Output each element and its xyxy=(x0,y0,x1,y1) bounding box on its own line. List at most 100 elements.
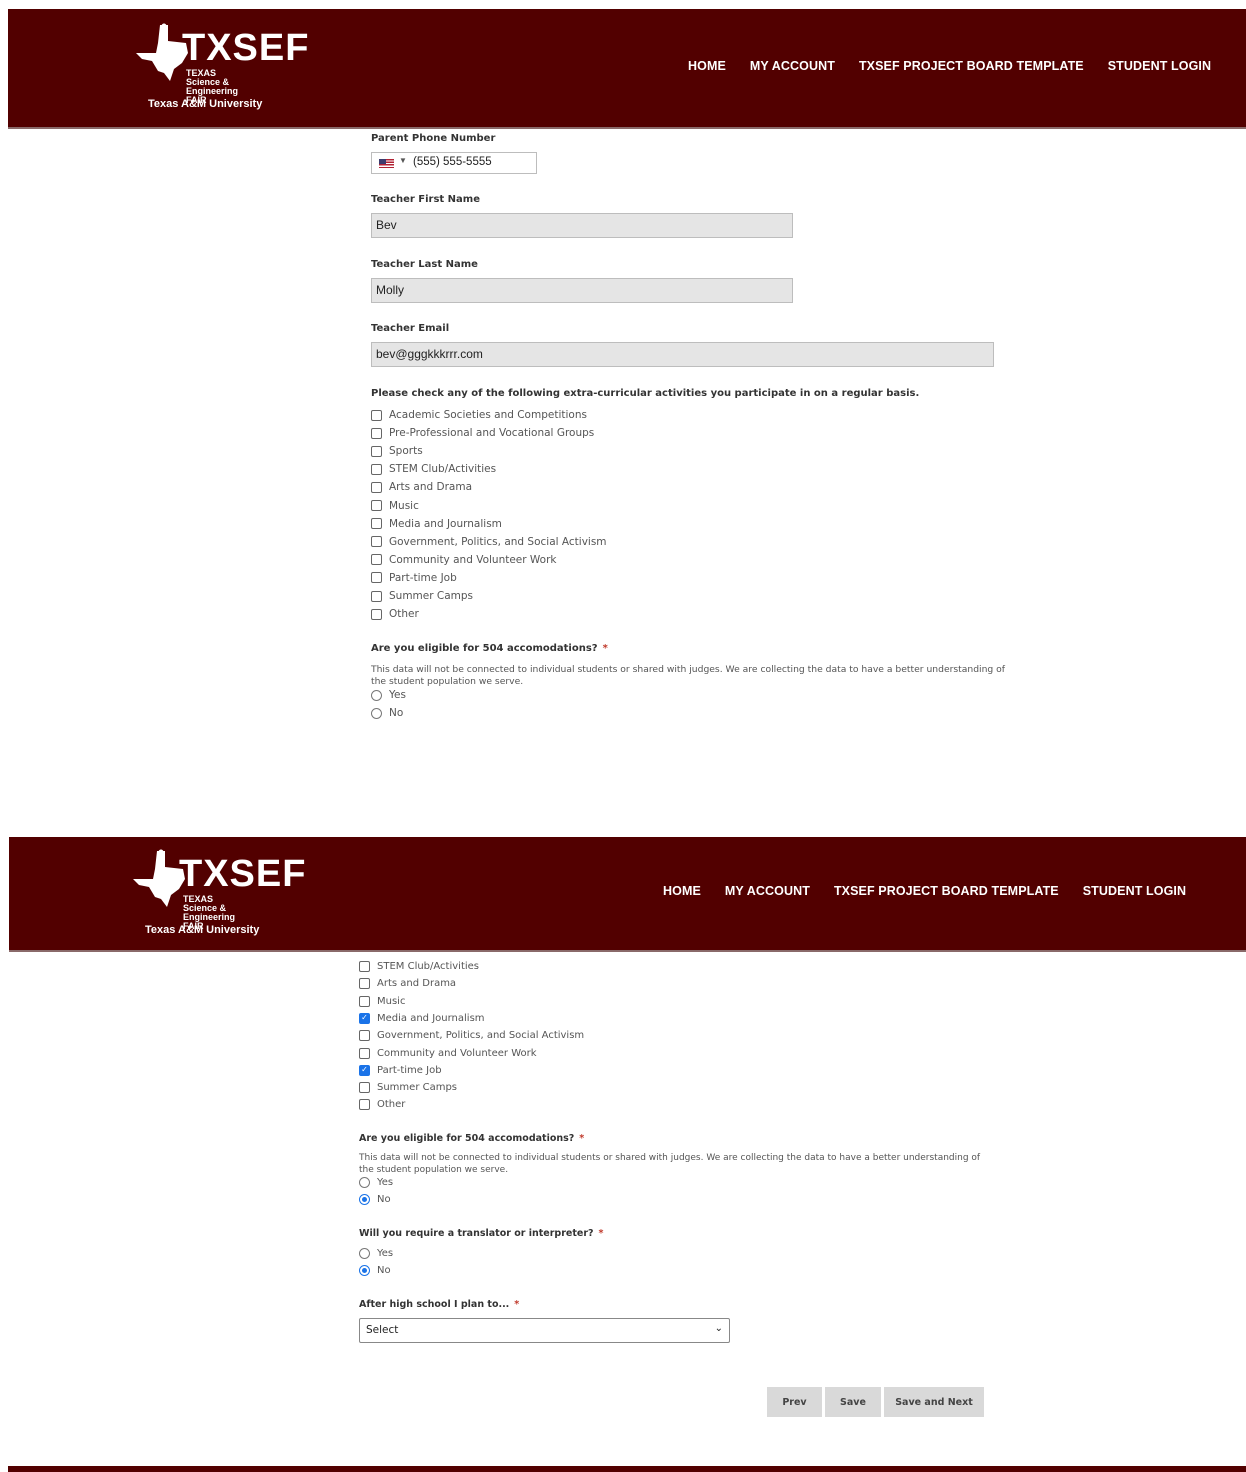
activity-checkbox[interactable]: Part-time Job xyxy=(371,572,457,584)
radio-checked-icon[interactable] xyxy=(359,1265,370,1276)
checkbox-icon[interactable] xyxy=(371,500,382,511)
nav-project-board-template[interactable]: TXSEF PROJECT BOARD TEMPLATE xyxy=(834,884,1059,898)
nav-student-login[interactable]: STUDENT LOGIN xyxy=(1108,59,1211,73)
nav-project-board-template[interactable]: TXSEF PROJECT BOARD TEMPLATE xyxy=(859,59,1084,73)
nav-my-account[interactable]: MY ACCOUNT xyxy=(725,884,810,898)
radio-icon[interactable] xyxy=(359,1248,370,1259)
activity-label: Music xyxy=(377,995,406,1007)
plan-select-value: Select xyxy=(366,1324,399,1336)
plan-label-text: After high school I plan to... xyxy=(359,1299,510,1310)
checkbox-icon[interactable] xyxy=(371,590,382,602)
translator-label: Will you require a translator or interpr… xyxy=(359,1228,604,1239)
checkbox-icon[interactable] xyxy=(371,463,382,475)
checkbox-icon[interactable] xyxy=(359,1082,370,1094)
activity-checkbox[interactable]: Other xyxy=(371,608,419,620)
activity-checkbox[interactable]: Arts and Drama xyxy=(371,481,472,493)
activity-checkbox[interactable]: Summer Camps xyxy=(359,1082,457,1094)
checkbox-icon[interactable] xyxy=(371,409,382,421)
checkbox-icon[interactable] xyxy=(359,1099,370,1111)
q504-yes-radio[interactable]: Yes xyxy=(371,689,406,701)
required-marker: * xyxy=(598,1228,604,1239)
q504-no-radio[interactable]: No xyxy=(359,1194,391,1205)
activity-checkbox[interactable]: Part-time Job xyxy=(359,1064,442,1076)
save-and-next-button[interactable]: Save and Next xyxy=(884,1387,984,1417)
activity-checkbox[interactable]: Summer Camps xyxy=(371,590,473,602)
activity-label: Government, Politics, and Social Activis… xyxy=(389,535,607,548)
q504-yes-radio[interactable]: Yes xyxy=(359,1177,393,1188)
activity-label: Government, Politics, and Social Activis… xyxy=(377,1030,585,1042)
activity-checkbox[interactable]: STEM Club/Activities xyxy=(371,463,496,475)
teacher-email-input[interactable]: bev@gggkkkrrr.com xyxy=(371,342,994,367)
main-nav: HOME MY ACCOUNT TXSEF PROJECT BOARD TEMP… xyxy=(663,884,1186,898)
activity-label: Media and Journalism xyxy=(377,1012,485,1024)
checkbox-icon[interactable] xyxy=(371,608,382,620)
checkbox-checked-icon[interactable] xyxy=(359,1064,370,1076)
activity-label: STEM Club/Activities xyxy=(389,463,497,476)
prev-button[interactable]: Prev xyxy=(767,1387,822,1417)
checkbox-icon[interactable] xyxy=(371,445,382,457)
logo-sub-line1: TEXAS Science & xyxy=(183,894,227,913)
radio-icon[interactable] xyxy=(371,689,382,701)
checkbox-icon[interactable] xyxy=(359,1047,370,1059)
checkbox-checked-icon[interactable] xyxy=(359,1012,370,1024)
activity-checkbox[interactable]: Community and Volunteer Work xyxy=(359,1047,537,1059)
plan-select[interactable]: Select ⌄ xyxy=(359,1318,730,1343)
activity-checkbox[interactable]: Pre-Professional and Vocational Groups xyxy=(371,427,594,439)
activity-checkbox[interactable]: Sports xyxy=(371,445,423,457)
activity-checkbox[interactable]: Music xyxy=(371,500,419,512)
nav-home[interactable]: HOME xyxy=(663,884,701,898)
country-dropdown-icon[interactable]: ▼ xyxy=(399,156,407,165)
checkbox-icon[interactable] xyxy=(371,481,382,493)
us-flag-icon[interactable] xyxy=(379,159,394,168)
activity-label: Sports xyxy=(389,445,423,458)
activity-checkbox[interactable]: Media and Journalism xyxy=(371,518,502,530)
translator-no-radio[interactable]: No xyxy=(359,1265,391,1276)
radio-icon[interactable] xyxy=(359,1177,370,1188)
teacher-last-name-input[interactable]: Molly xyxy=(371,278,793,303)
q504-label-text: Are you eligible for 504 accomodations? xyxy=(371,643,598,654)
site-header-scrolled: TXSEF TEXAS Science & Engineering FAIR T… xyxy=(9,837,1246,952)
activity-label: Pre-Professional and Vocational Groups xyxy=(389,427,595,440)
nav-my-account[interactable]: MY ACCOUNT xyxy=(750,59,835,73)
checkbox-icon[interactable] xyxy=(359,1030,370,1042)
checkbox-icon[interactable] xyxy=(371,536,382,548)
radio-checked-icon[interactable] xyxy=(359,1194,370,1205)
activity-label: Arts and Drama xyxy=(389,481,473,494)
q504-no-radio[interactable]: No xyxy=(371,707,403,719)
q504-yes-label: Yes xyxy=(377,1177,394,1188)
nav-home[interactable]: HOME xyxy=(688,59,726,73)
teacher-first-name-input[interactable]: Bev xyxy=(371,213,793,238)
activity-checkbox[interactable]: Academic Societies and Competitions xyxy=(371,409,587,421)
chevron-down-icon[interactable]: ⌄ xyxy=(715,1323,723,1334)
translator-yes-radio[interactable]: Yes xyxy=(359,1248,393,1259)
checkbox-icon[interactable] xyxy=(371,554,382,566)
activity-label: Part-time Job xyxy=(389,571,457,584)
checkbox-icon[interactable] xyxy=(359,961,370,972)
activity-checkbox[interactable]: STEM Club/Activities xyxy=(359,961,479,972)
activity-checkbox[interactable]: Media and Journalism xyxy=(359,1012,485,1024)
site-header: TXSEF TEXAS Science & Engineering FAIR T… xyxy=(8,9,1246,129)
footer-strip xyxy=(8,1466,1246,1472)
q504-no-label: No xyxy=(377,1194,391,1205)
nav-student-login[interactable]: STUDENT LOGIN xyxy=(1083,884,1186,898)
activity-checkbox[interactable]: Community and Volunteer Work xyxy=(371,554,557,566)
activity-label: Part-time Job xyxy=(377,1064,442,1076)
activity-checkbox[interactable]: Other xyxy=(359,1099,405,1111)
activity-label: Community and Volunteer Work xyxy=(389,553,557,566)
checkbox-icon[interactable] xyxy=(371,572,382,584)
logo-wordmark: TXSEF xyxy=(182,27,310,69)
q504-label: Are you eligible for 504 accomodations? * xyxy=(359,1133,584,1144)
activity-checkbox[interactable]: Arts and Drama xyxy=(359,978,456,990)
checkbox-icon[interactable] xyxy=(371,427,382,439)
activity-label: Community and Volunteer Work xyxy=(377,1047,537,1059)
activity-checkbox[interactable]: Music xyxy=(359,995,406,1007)
checkbox-icon[interactable] xyxy=(371,518,382,530)
radio-icon[interactable] xyxy=(371,707,382,719)
activity-checkbox[interactable]: Government, Politics, and Social Activis… xyxy=(371,536,607,548)
parent-phone-input[interactable]: ▼ (555) 555-5555 xyxy=(371,152,537,174)
checkbox-icon[interactable] xyxy=(359,978,370,990)
save-button[interactable]: Save xyxy=(825,1387,881,1417)
teacher-email-label: Teacher Email xyxy=(371,323,450,334)
activity-checkbox[interactable]: Government, Politics, and Social Activis… xyxy=(359,1030,585,1042)
checkbox-icon[interactable] xyxy=(359,995,370,1007)
